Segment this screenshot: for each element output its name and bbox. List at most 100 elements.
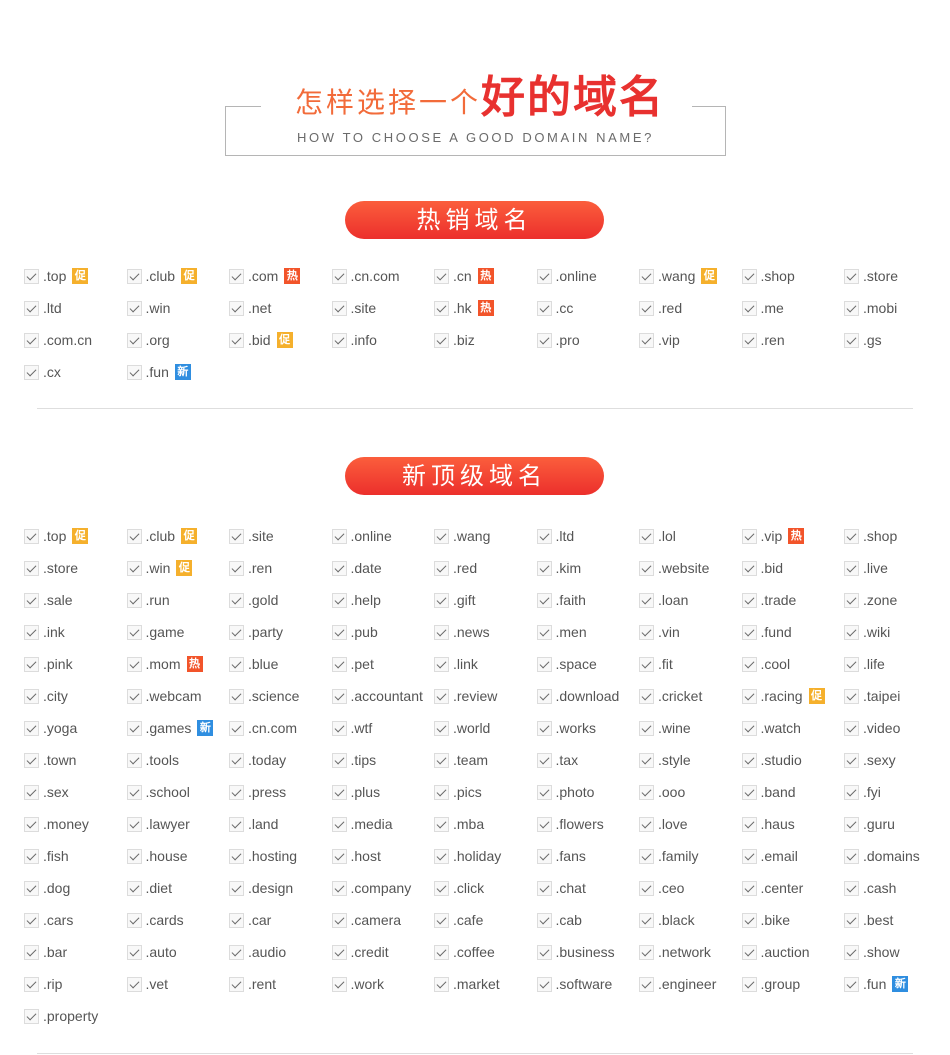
checkbox-checked-icon[interactable]: [24, 816, 39, 832]
domain-option[interactable]: .click: [434, 877, 537, 899]
domain-option[interactable]: .car: [229, 909, 332, 931]
checkbox-checked-icon[interactable]: [639, 976, 654, 992]
checkbox-checked-icon[interactable]: [229, 624, 244, 640]
domain-option[interactable]: .sex: [24, 781, 127, 803]
domain-option[interactable]: .shop: [741, 265, 845, 287]
checkbox-checked-icon[interactable]: [639, 624, 654, 640]
domain-option[interactable]: .ltd: [24, 297, 127, 319]
checkbox-checked-icon[interactable]: [741, 560, 757, 576]
domain-option[interactable]: .online: [331, 525, 435, 547]
domain-option[interactable]: .online: [536, 265, 640, 287]
checkbox-checked-icon[interactable]: [844, 784, 859, 800]
checkbox-checked-icon[interactable]: [844, 624, 859, 640]
domain-option[interactable]: .center: [741, 877, 845, 899]
checkbox-checked-icon[interactable]: [331, 560, 347, 576]
checkbox-checked-icon[interactable]: [844, 560, 859, 576]
checkbox-checked-icon[interactable]: [639, 332, 654, 348]
checkbox-checked-icon[interactable]: [639, 560, 654, 576]
domain-option[interactable]: .pet: [331, 653, 435, 675]
checkbox-checked-icon[interactable]: [126, 752, 142, 768]
checkbox-checked-icon[interactable]: [229, 592, 244, 608]
domain-option[interactable]: .city: [24, 685, 127, 707]
checkbox-checked-icon[interactable]: [741, 624, 757, 640]
domain-option[interactable]: .coffee: [434, 941, 537, 963]
checkbox-checked-icon[interactable]: [126, 364, 142, 380]
checkbox-checked-icon[interactable]: [126, 944, 142, 960]
domain-option[interactable]: .mba: [434, 813, 537, 835]
domain-option[interactable]: .wang: [434, 525, 537, 547]
checkbox-checked-icon[interactable]: [24, 300, 39, 316]
domain-option[interactable]: .date: [331, 557, 435, 579]
domain-option[interactable]: .taipei: [844, 685, 947, 707]
checkbox-checked-icon[interactable]: [434, 816, 449, 832]
checkbox-checked-icon[interactable]: [229, 688, 244, 704]
checkbox-checked-icon[interactable]: [639, 816, 654, 832]
checkbox-checked-icon[interactable]: [741, 880, 757, 896]
checkbox-checked-icon[interactable]: [639, 752, 654, 768]
domain-option[interactable]: .space: [536, 653, 640, 675]
domain-option[interactable]: .audio: [229, 941, 332, 963]
domain-option[interactable]: .gift: [434, 589, 537, 611]
checkbox-checked-icon[interactable]: [844, 528, 859, 544]
domain-option[interactable]: .cn.com: [229, 717, 332, 739]
domain-option[interactable]: .dog: [24, 877, 127, 899]
checkbox-checked-icon[interactable]: [741, 688, 757, 704]
checkbox-checked-icon[interactable]: [24, 848, 39, 864]
checkbox-checked-icon[interactable]: [229, 720, 244, 736]
checkbox-checked-icon[interactable]: [229, 752, 244, 768]
checkbox-checked-icon[interactable]: [536, 720, 552, 736]
domain-option[interactable]: .watch: [741, 717, 845, 739]
checkbox-checked-icon[interactable]: [434, 528, 449, 544]
checkbox-checked-icon[interactable]: [24, 976, 39, 992]
domain-option[interactable]: .pics: [434, 781, 537, 803]
checkbox-checked-icon[interactable]: [434, 656, 449, 672]
domain-option[interactable]: .games 新: [126, 717, 230, 739]
checkbox-checked-icon[interactable]: [331, 752, 347, 768]
domain-option[interactable]: .wtf: [331, 717, 435, 739]
checkbox-checked-icon[interactable]: [844, 752, 859, 768]
checkbox-checked-icon[interactable]: [126, 976, 142, 992]
domain-option[interactable]: .fans: [536, 845, 640, 867]
domain-option[interactable]: .style: [639, 749, 742, 771]
domain-option[interactable]: .cab: [536, 909, 640, 931]
domain-option[interactable]: .mom 热: [126, 653, 230, 675]
domain-option[interactable]: .business: [536, 941, 640, 963]
checkbox-checked-icon[interactable]: [639, 880, 654, 896]
domain-option[interactable]: .cc: [536, 297, 640, 319]
domain-option[interactable]: .club 促: [126, 265, 230, 287]
domain-option[interactable]: .tax: [536, 749, 640, 771]
checkbox-checked-icon[interactable]: [434, 784, 449, 800]
domain-option[interactable]: .photo: [536, 781, 640, 803]
checkbox-checked-icon[interactable]: [24, 880, 39, 896]
checkbox-checked-icon[interactable]: [126, 912, 142, 928]
domain-option[interactable]: .sale: [24, 589, 127, 611]
checkbox-checked-icon[interactable]: [434, 332, 449, 348]
domain-option[interactable]: .gs: [844, 329, 947, 351]
domain-option[interactable]: .download: [536, 685, 640, 707]
domain-option[interactable]: .plus: [331, 781, 435, 803]
domain-option[interactable]: .net: [229, 297, 332, 319]
domain-option[interactable]: .ren: [741, 329, 845, 351]
checkbox-checked-icon[interactable]: [536, 656, 552, 672]
checkbox-checked-icon[interactable]: [434, 268, 449, 284]
domain-option[interactable]: .pub: [331, 621, 435, 643]
checkbox-checked-icon[interactable]: [126, 880, 142, 896]
domain-option[interactable]: .game: [126, 621, 230, 643]
domain-option[interactable]: .today: [229, 749, 332, 771]
checkbox-checked-icon[interactable]: [229, 784, 244, 800]
domain-option[interactable]: .ltd: [536, 525, 640, 547]
domain-option[interactable]: .bike: [741, 909, 845, 931]
domain-option[interactable]: .com 热: [229, 265, 332, 287]
checkbox-checked-icon[interactable]: [536, 784, 552, 800]
domain-option[interactable]: .red: [434, 557, 537, 579]
domain-option[interactable]: .email: [741, 845, 845, 867]
checkbox-checked-icon[interactable]: [741, 752, 757, 768]
checkbox-checked-icon[interactable]: [331, 976, 347, 992]
domain-option[interactable]: .love: [639, 813, 742, 835]
domain-option[interactable]: .blue: [229, 653, 332, 675]
domain-option[interactable]: .video: [844, 717, 947, 739]
checkbox-checked-icon[interactable]: [434, 944, 449, 960]
checkbox-checked-icon[interactable]: [331, 816, 347, 832]
checkbox-checked-icon[interactable]: [639, 300, 654, 316]
domain-option[interactable]: .lawyer: [126, 813, 230, 835]
